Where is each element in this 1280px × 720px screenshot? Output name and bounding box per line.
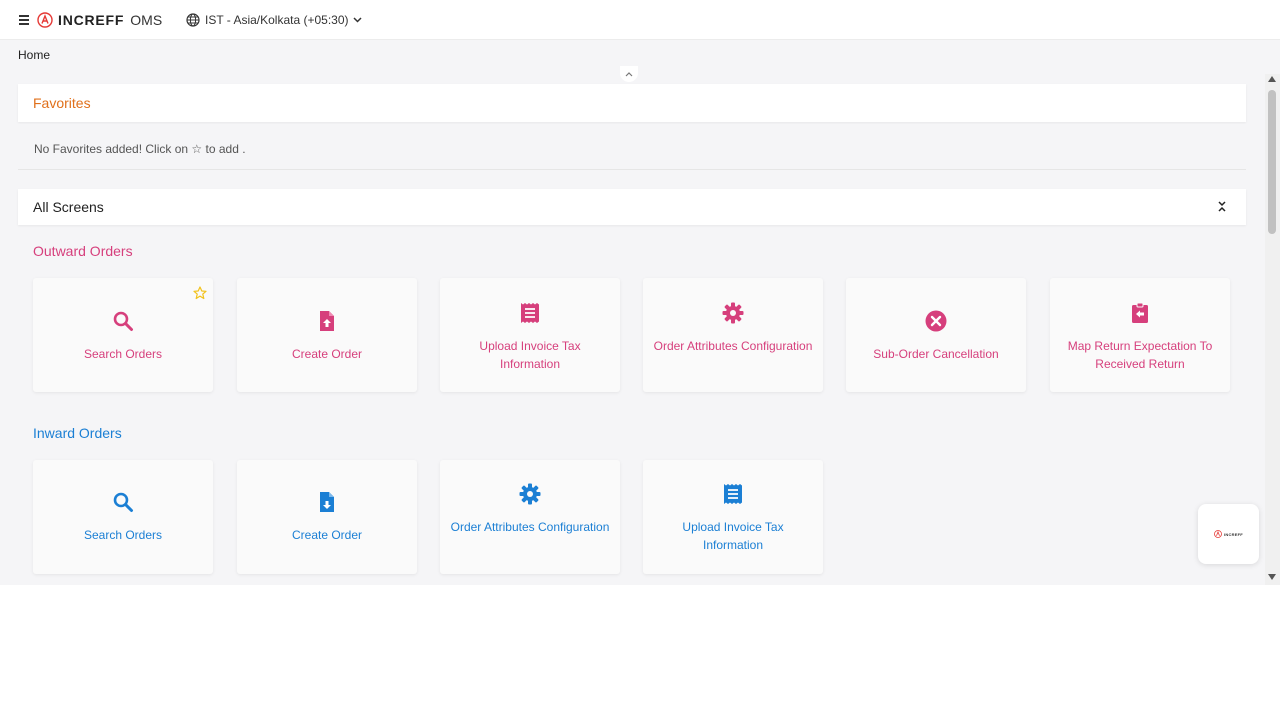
outward-orders-title: Outward Orders: [33, 243, 133, 259]
inward-upload-invoice-card[interactable]: Upload Invoice Tax Information: [643, 460, 823, 574]
card-label: Order Attributes Configuration: [450, 520, 610, 534]
widget-logo: INCREFF: [1214, 530, 1243, 538]
card-label: Search Orders: [83, 528, 163, 542]
card-label: Search Orders: [83, 347, 163, 361]
all-screens-header[interactable]: All Screens: [18, 189, 1246, 225]
logo-text: INCREFF: [58, 12, 125, 28]
gear-icon: [722, 302, 744, 324]
increff-logo-icon: [37, 12, 53, 28]
breadcrumb[interactable]: Home: [18, 48, 50, 62]
increff-chat-widget[interactable]: INCREFF: [1198, 504, 1259, 564]
outward-order-attributes-card[interactable]: Order Attributes Configuration: [643, 278, 823, 392]
cancel-circle-icon: [925, 310, 947, 332]
search-icon: [113, 492, 133, 512]
vertical-scrollbar[interactable]: [1265, 74, 1280, 585]
file-upload-icon: [320, 311, 334, 331]
outward-map-return-card[interactable]: Map Return Expectation To Received Retur…: [1050, 278, 1230, 392]
app-screen: INCREFF OMS IST - Asia/Kolkata (+05:30) …: [0, 0, 1280, 585]
inward-create-order-card[interactable]: Create Order: [237, 460, 417, 574]
inward-order-attributes-card[interactable]: Order Attributes Configuration: [440, 460, 620, 574]
timezone-selector[interactable]: IST - Asia/Kolkata (+05:30): [186, 13, 367, 27]
clipboard-return-icon: [1132, 302, 1148, 323]
timezone-label: IST - Asia/Kolkata (+05:30): [205, 13, 349, 27]
increff-logo-icon: [1214, 530, 1223, 538]
outward-create-order-card[interactable]: Create Order: [237, 278, 417, 392]
top-bar: INCREFF OMS IST - Asia/Kolkata (+05:30): [0, 0, 1280, 40]
outward-sub-order-cancellation-card[interactable]: Sub-Order Cancellation: [846, 278, 1026, 392]
hamburger-menu-icon[interactable]: [16, 11, 32, 29]
outward-upload-invoice-card[interactable]: Upload Invoice Tax Information: [440, 278, 620, 392]
app-logo[interactable]: INCREFF OMS: [37, 10, 162, 30]
card-label: Create Order: [291, 347, 363, 361]
inward-orders-title: Inward Orders: [33, 425, 122, 441]
widget-logo-text: INCREFF: [1224, 531, 1243, 537]
gear-icon: [519, 483, 541, 505]
card-label: Map Return Expectation To Received Retur…: [1067, 339, 1213, 371]
favorite-star-icon[interactable]: [193, 286, 207, 300]
logo-suffix: OMS: [130, 12, 163, 28]
favorites-header: Favorites: [18, 84, 1246, 122]
search-icon: [113, 311, 133, 331]
favorites-empty-message: No Favorites added! Click on ☆ to add .: [34, 142, 246, 156]
card-label: Order Attributes Configuration: [653, 339, 813, 353]
header-blank-area: [1048, 2, 1266, 34]
card-label: Upload Invoice Tax Information: [479, 339, 581, 371]
card-label: Create Order: [291, 528, 363, 542]
outward-search-orders-card[interactable]: Search Orders: [33, 278, 213, 392]
chevron-down-icon: [353, 17, 362, 23]
scroll-thumb[interactable]: [1268, 90, 1276, 234]
receipt-icon: [521, 303, 539, 323]
card-label: Sub-Order Cancellation: [873, 347, 999, 361]
globe-icon: [186, 13, 200, 27]
scroll-down-arrow-icon[interactable]: [1268, 574, 1276, 580]
all-screens-title: All Screens: [33, 199, 104, 215]
scroll-up-arrow-icon[interactable]: [1268, 76, 1276, 82]
collapse-header-button[interactable]: [620, 66, 638, 82]
favorites-title: Favorites: [33, 95, 91, 111]
inward-search-orders-card[interactable]: Search Orders: [33, 460, 213, 574]
file-download-icon: [320, 492, 334, 512]
card-label: Upload Invoice Tax Information: [682, 520, 784, 552]
receipt-icon: [724, 484, 742, 504]
favorites-body: No Favorites added! Click on ☆ to add .: [18, 124, 1246, 170]
collapse-toggle-icon[interactable]: [1215, 199, 1229, 215]
chevron-up-icon: [625, 71, 633, 76]
